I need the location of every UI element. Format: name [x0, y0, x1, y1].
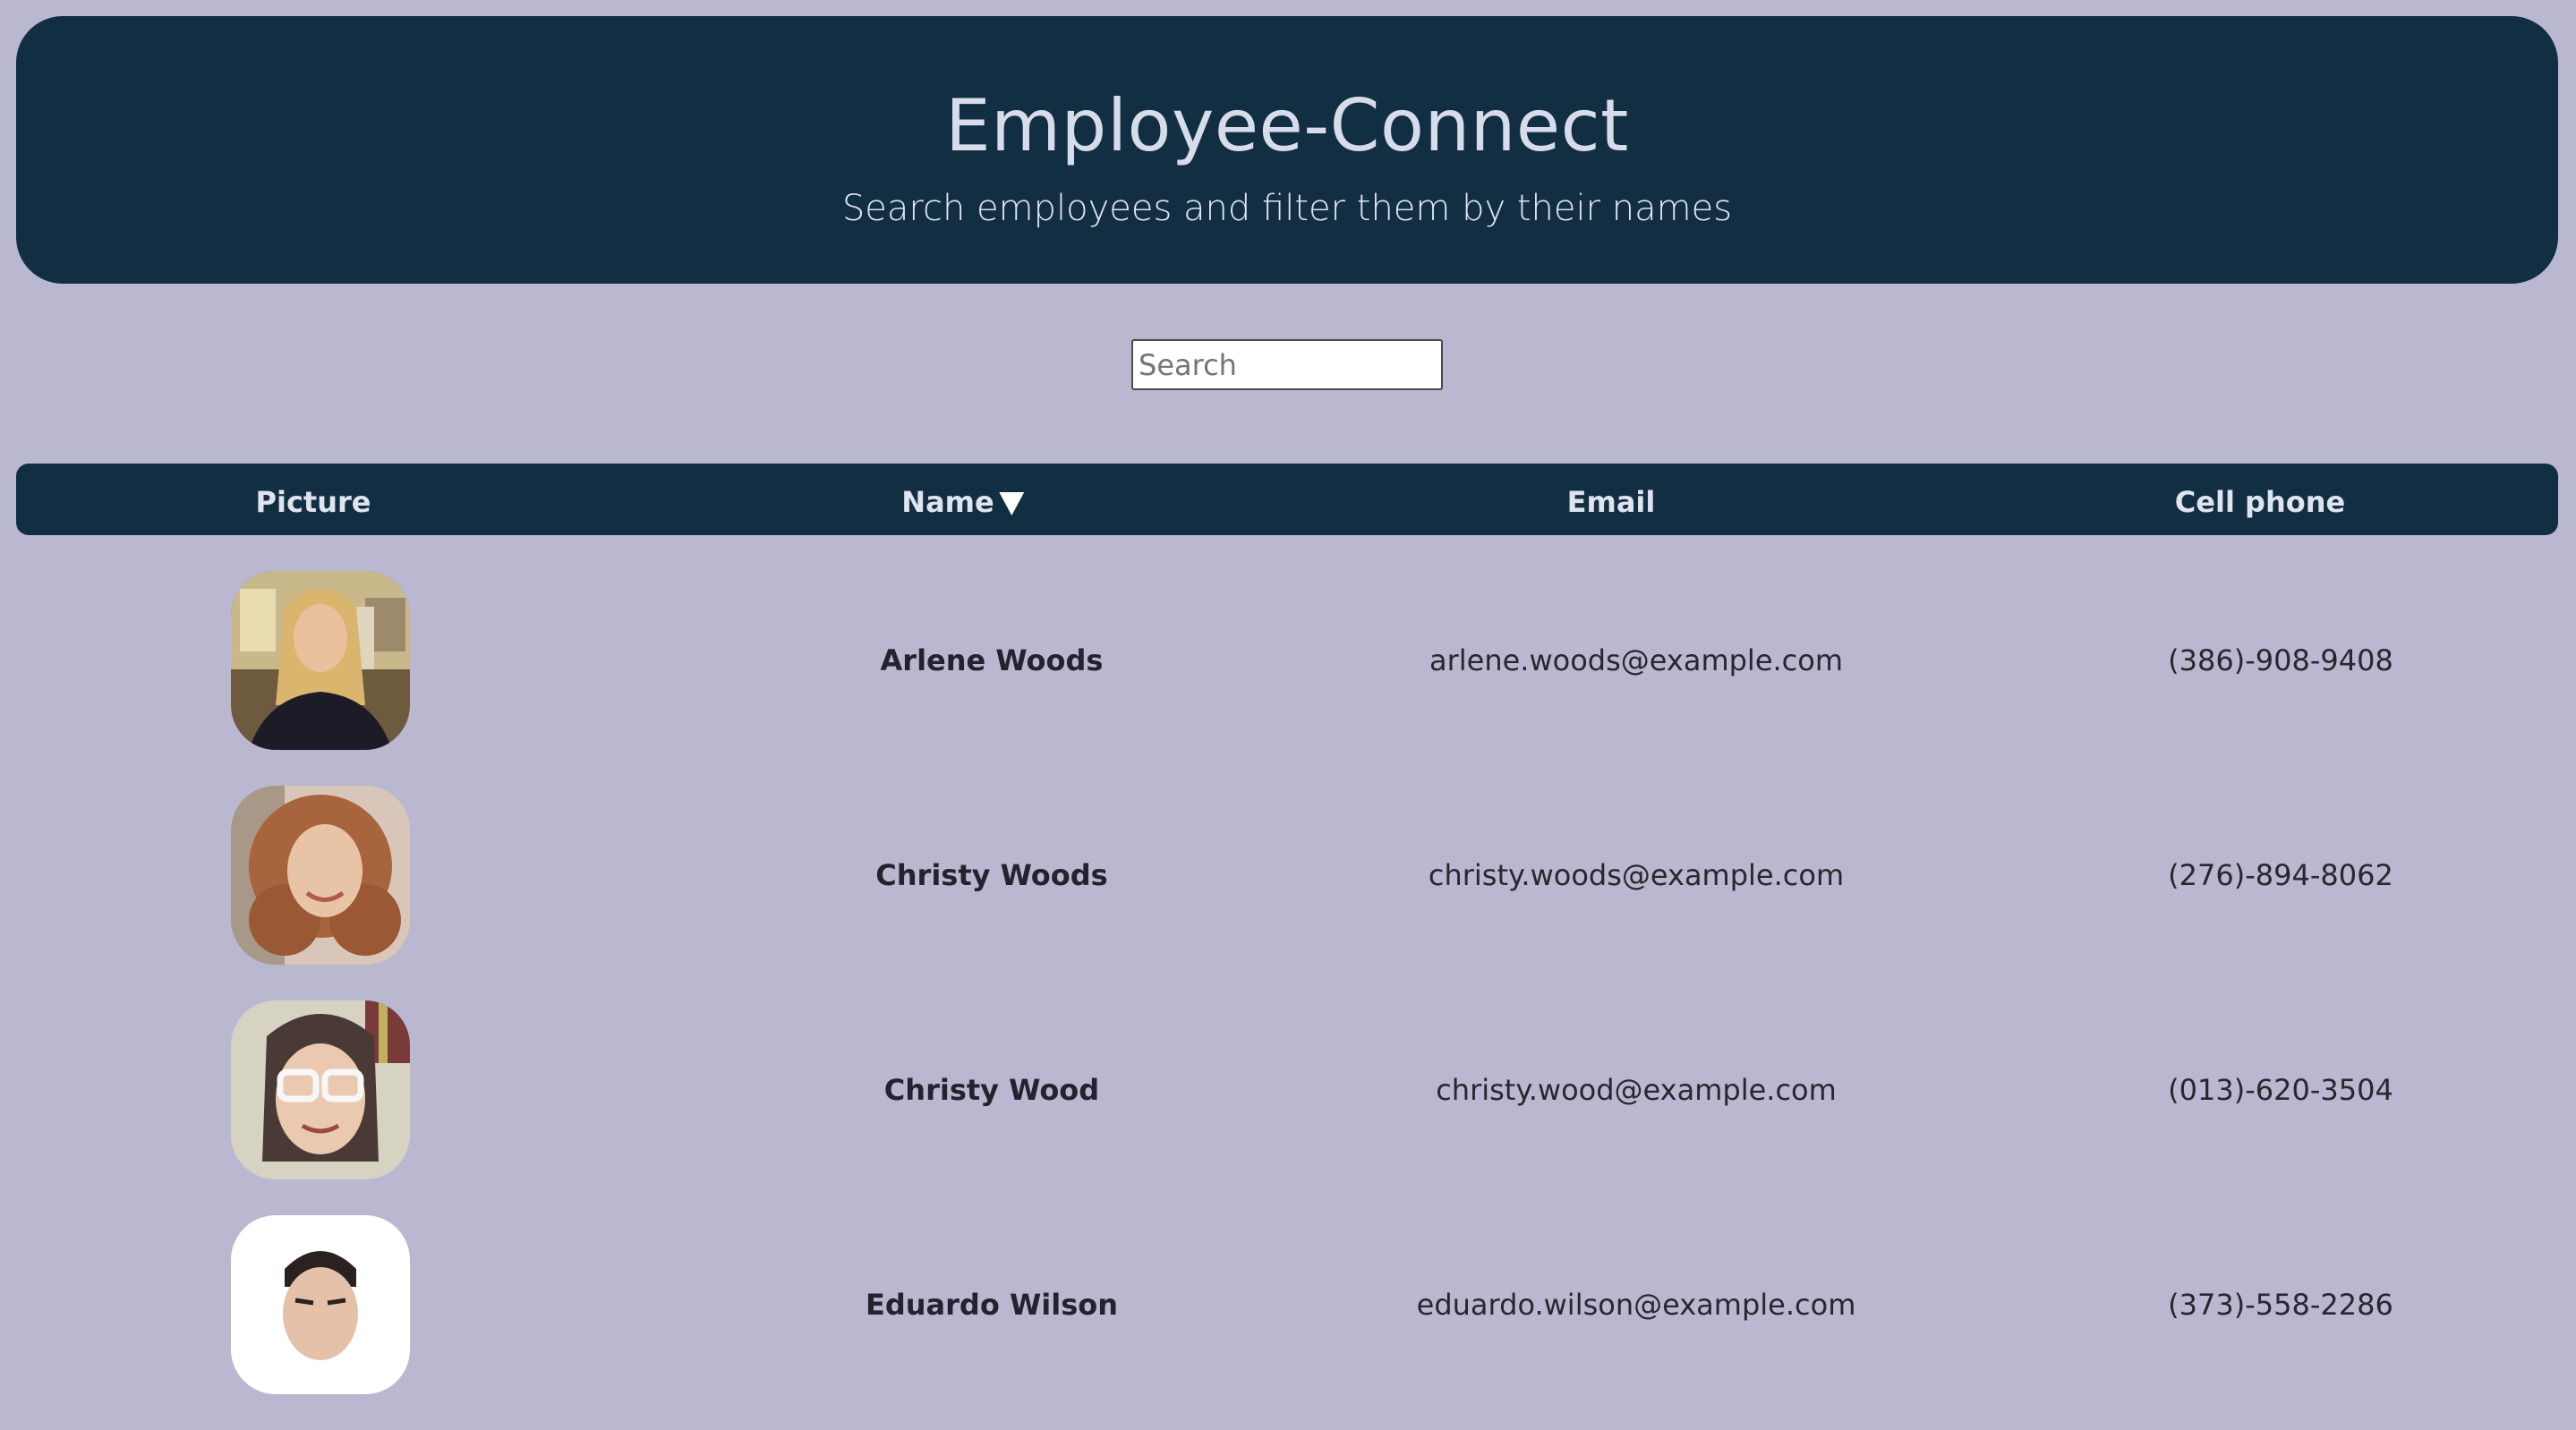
- table-header: Picture Name Email Cell phone: [16, 464, 2558, 535]
- employee-phone: (373)-558-2286: [2168, 1288, 2393, 1322]
- employee-avatar: [231, 1215, 410, 1394]
- employee-name: Arlene Woods: [880, 643, 1104, 677]
- employee-email: eduardo.wilson@example.com: [1416, 1288, 1856, 1322]
- employee-avatar: [231, 786, 410, 965]
- column-header-picture: Picture: [255, 485, 371, 519]
- employee-avatar: [231, 1000, 410, 1179]
- table-row: Christy Wood christy.wood@example.com (0…: [0, 1000, 2576, 1215]
- page-header: Employee-Connect Search employees and fi…: [16, 16, 2558, 284]
- column-header-email: Email: [1566, 485, 1656, 519]
- employee-avatar: [231, 571, 410, 750]
- employee-name: Eduardo Wilson: [866, 1288, 1118, 1322]
- employee-name: Christy Woods: [875, 858, 1108, 892]
- caret-down-icon[interactable]: [999, 492, 1025, 515]
- column-header-name[interactable]: Name: [901, 485, 1025, 519]
- search-input[interactable]: [1131, 339, 1443, 390]
- employee-email: arlene.woods@example.com: [1429, 643, 1844, 677]
- employee-phone: (276)-894-8062: [2168, 858, 2393, 892]
- employee-email: christy.wood@example.com: [1436, 1073, 1837, 1107]
- page-subtitle: Search employees and filter them by thei…: [841, 188, 1733, 229]
- page-title: Employee-Connect: [945, 84, 1629, 167]
- table-row: Christy Woods christy.woods@example.com …: [0, 786, 2576, 1000]
- employee-phone: (386)-908-9408: [2168, 643, 2393, 677]
- employee-email: christy.woods@example.com: [1428, 858, 1845, 892]
- table-row: Eduardo Wilson eduardo.wilson@example.co…: [0, 1215, 2576, 1430]
- column-header-cell-phone: Cell phone: [2174, 485, 2346, 519]
- employee-phone: (013)-620-3504: [2168, 1073, 2393, 1107]
- column-header-name-label: Name: [901, 485, 994, 519]
- employee-name: Christy Wood: [883, 1073, 1100, 1107]
- table-row: Arlene Woods arlene.woods@example.com (3…: [0, 571, 2576, 786]
